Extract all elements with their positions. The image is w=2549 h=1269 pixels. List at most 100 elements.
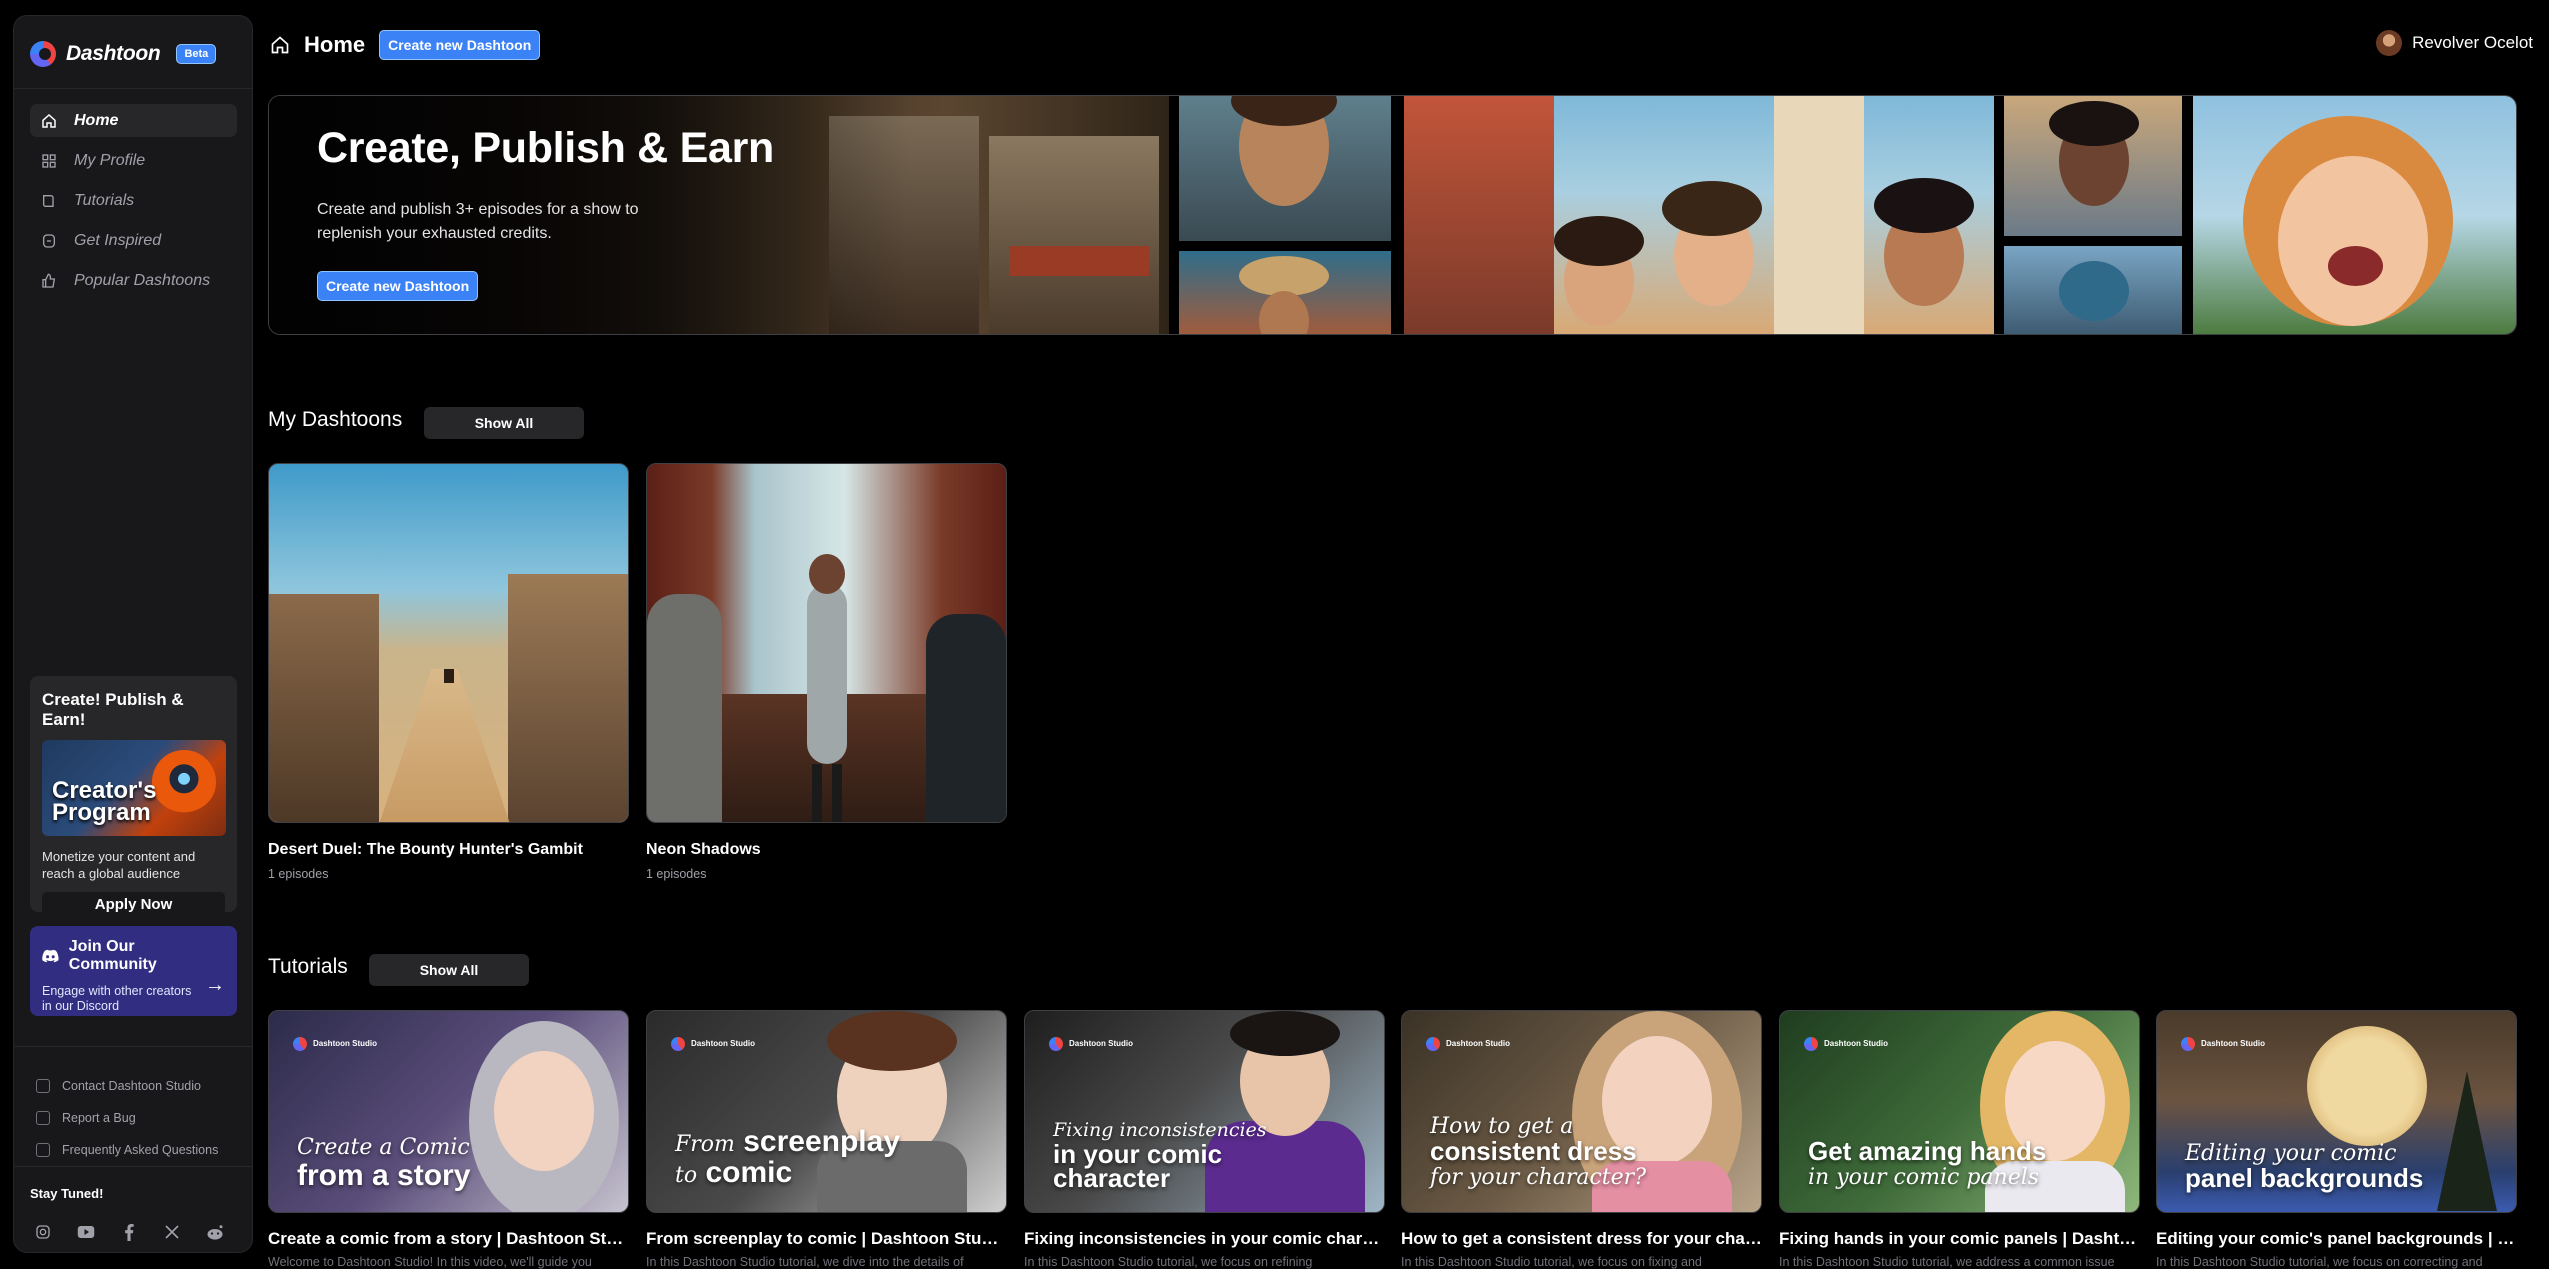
- tutorial-card[interactable]: Dashtoon Studio Create a Comic from a sto…: [268, 1010, 629, 1269]
- bulb-icon: [40, 232, 58, 250]
- tutorial-thumbnail: Dashtoon Studio Editing your comic panel …: [2156, 1010, 2517, 1213]
- studio-badge: Dashtoon Studio: [671, 1037, 755, 1051]
- contact-link[interactable]: Contact Dashtoon Studio: [30, 1070, 237, 1102]
- dashtoon-thumbnail: [646, 463, 1007, 823]
- tutorial-title: Editing your comic's panel backgrounds |…: [2156, 1229, 2517, 1248]
- tutorial-card[interactable]: Dashtoon Studio Get amazing hands in your…: [1779, 1010, 2140, 1269]
- sidebar-item-label: Get Inspired: [74, 231, 162, 249]
- thumbnail-caption: From screenplay to comic: [675, 1125, 901, 1189]
- dashtoon-card[interactable]: Desert Duel: The Bounty Hunter's Gambit …: [268, 463, 629, 881]
- tutorial-thumbnail: Dashtoon Studio Fixing inconsistencies in…: [1024, 1010, 1385, 1213]
- tutorial-title: Create a comic from a story | Dashtoon S…: [268, 1229, 629, 1248]
- hero-panel-group: [1404, 96, 1994, 334]
- join-community-card[interactable]: Join Our Community Engage with other cre…: [30, 926, 237, 1016]
- hero-title: Create, Publish & Earn: [317, 124, 774, 172]
- thumbnail-caption: How to get a consistent dress for your cha…: [1430, 1114, 1646, 1190]
- tutorial-card[interactable]: Dashtoon Studio Editing your comic panel …: [2156, 1010, 2517, 1269]
- support-links: Contact Dashtoon Studio Report a Bug Fre…: [30, 1070, 237, 1166]
- x-icon[interactable]: [163, 1223, 181, 1241]
- my-dashtoons-show-all-button[interactable]: Show All: [424, 407, 584, 439]
- hero-panel-hat: [1179, 251, 1391, 334]
- tutorial-title: Fixing inconsistencies in your comic cha…: [1024, 1229, 1385, 1248]
- social-links: [34, 1223, 224, 1241]
- sidebar-item-get-inspired[interactable]: Get Inspired: [30, 224, 237, 257]
- dashtoon-episodes: 1 episodes: [268, 867, 329, 881]
- discord-icon: [42, 949, 59, 963]
- link-label: Report a Bug: [62, 1111, 136, 1125]
- thumbs-up-icon: [40, 272, 58, 290]
- promo-title: Create! Publish & Earn!: [42, 690, 184, 729]
- hero-create-button[interactable]: Create new Dashtoon: [317, 271, 479, 301]
- apply-now-button[interactable]: Apply Now: [42, 892, 225, 916]
- community-title: Join Our Community: [42, 938, 225, 974]
- tutorial-title: How to get a consistent dress for your c…: [1401, 1229, 1762, 1248]
- thumbnail-caption: Fixing inconsistencies in your comic char…: [1053, 1119, 1267, 1193]
- studio-label: Dashtoon Studio: [313, 1039, 377, 1048]
- tutorial-card[interactable]: Dashtoon Studio How to get a consistent d…: [1401, 1010, 1762, 1269]
- thumbnail-caption: Get amazing hands in your comic panels: [1808, 1136, 2047, 1190]
- creator-program-image: Creator's Program: [42, 740, 226, 836]
- tutorial-thumbnail: Dashtoon Studio From screenplay to comic: [646, 1010, 1007, 1213]
- hero-panel-beanie: [2004, 246, 2182, 334]
- hero-panel-boy: [2004, 96, 2182, 236]
- sidebar-item-my-profile[interactable]: My Profile: [30, 144, 237, 177]
- sidebar: Dashtoon Beta Home My Profile Tutorials …: [13, 15, 253, 1253]
- user-menu[interactable]: Revolver Ocelot: [2376, 30, 2533, 56]
- tutorials-title: Tutorials: [268, 955, 348, 978]
- tutorial-thumbnail: Dashtoon Studio Get amazing hands in your…: [1779, 1010, 2140, 1213]
- tutorial-thumbnail: Dashtoon Studio Create a Comic from a sto…: [268, 1010, 629, 1213]
- community-description: Engage with other creators in our Discor…: [42, 984, 192, 1013]
- creator-program-card: Create! Publish & Earn! Creator's Progra…: [30, 676, 237, 916]
- instagram-icon[interactable]: [34, 1223, 52, 1241]
- divider: [14, 1046, 252, 1047]
- create-new-dashtoon-button[interactable]: Create new Dashtoon: [379, 30, 541, 60]
- facebook-icon[interactable]: [120, 1223, 138, 1241]
- divider: [14, 1166, 252, 1167]
- mail-icon: [36, 1079, 50, 1093]
- studio-badge: Dashtoon Studio: [1049, 1037, 1133, 1051]
- avatar: [2376, 30, 2403, 56]
- studio-label: Dashtoon Studio: [2201, 1039, 2265, 1048]
- dashtoon-card[interactable]: Neon Shadows 1 episodes: [646, 463, 1007, 881]
- arrow-right-icon: →: [205, 974, 225, 996]
- report-bug-link[interactable]: Report a Bug: [30, 1102, 237, 1134]
- thumbnail-caption: Create a Comic from a story: [297, 1135, 471, 1192]
- user-name: Revolver Ocelot: [2412, 33, 2533, 52]
- hero-panel-man: [1179, 96, 1391, 241]
- promo-image-text: Creator's Program: [52, 777, 157, 826]
- studio-label: Dashtoon Studio: [691, 1039, 755, 1048]
- tutorial-thumbnail: Dashtoon Studio How to get a consistent d…: [1401, 1010, 1762, 1213]
- my-dashtoons-title: My Dashtoons: [268, 408, 403, 431]
- tutorial-title: Fixing hands in your comic panels | Dash…: [1779, 1229, 2140, 1248]
- studio-label: Dashtoon Studio: [1069, 1039, 1133, 1048]
- reddit-icon[interactable]: [206, 1223, 224, 1241]
- sidebar-item-popular-dashtoons[interactable]: Popular Dashtoons: [30, 264, 237, 297]
- top-bar: Home Create new Dashtoon: [270, 30, 541, 60]
- hero-panel-laughing-girl: [2193, 96, 2516, 334]
- brand[interactable]: Dashtoon Beta: [30, 38, 217, 70]
- community-title-text: Join Our Community: [68, 938, 157, 973]
- brand-name: Dashtoon: [66, 42, 161, 65]
- link-label: Frequently Asked Questions: [62, 1143, 219, 1157]
- faq-link[interactable]: Frequently Asked Questions: [30, 1134, 237, 1166]
- sidebar-item-tutorials[interactable]: Tutorials: [30, 184, 237, 217]
- hero-banner: Create, Publish & Earn Create and publis…: [268, 95, 2517, 335]
- hero-description: Create and publish 3+ episodes for a sho…: [317, 201, 639, 242]
- studio-label: Dashtoon Studio: [1824, 1039, 1888, 1048]
- sidebar-item-label: My Profile: [74, 151, 146, 169]
- studio-label: Dashtoon Studio: [1446, 1039, 1510, 1048]
- studio-badge: Dashtoon Studio: [1426, 1037, 1510, 1051]
- stay-tuned-label: Stay Tuned!: [30, 1186, 104, 1201]
- link-label: Contact Dashtoon Studio: [62, 1079, 201, 1093]
- beta-badge: Beta: [176, 44, 217, 64]
- book-icon: [40, 192, 58, 210]
- youtube-icon[interactable]: [77, 1223, 95, 1241]
- sidebar-item-label: Popular Dashtoons: [74, 271, 211, 289]
- dashtoon-episodes: 1 episodes: [646, 867, 707, 881]
- promo-description: Monetize your content and reach a global…: [42, 849, 196, 881]
- tutorials-show-all-button[interactable]: Show All: [369, 954, 529, 986]
- bug-icon: [36, 1111, 50, 1125]
- tutorial-card[interactable]: Dashtoon Studio From screenplay to comic …: [646, 1010, 1007, 1269]
- sidebar-item-home[interactable]: Home: [30, 104, 237, 137]
- tutorial-card[interactable]: Dashtoon Studio Fixing inconsistencies in…: [1024, 1010, 1385, 1269]
